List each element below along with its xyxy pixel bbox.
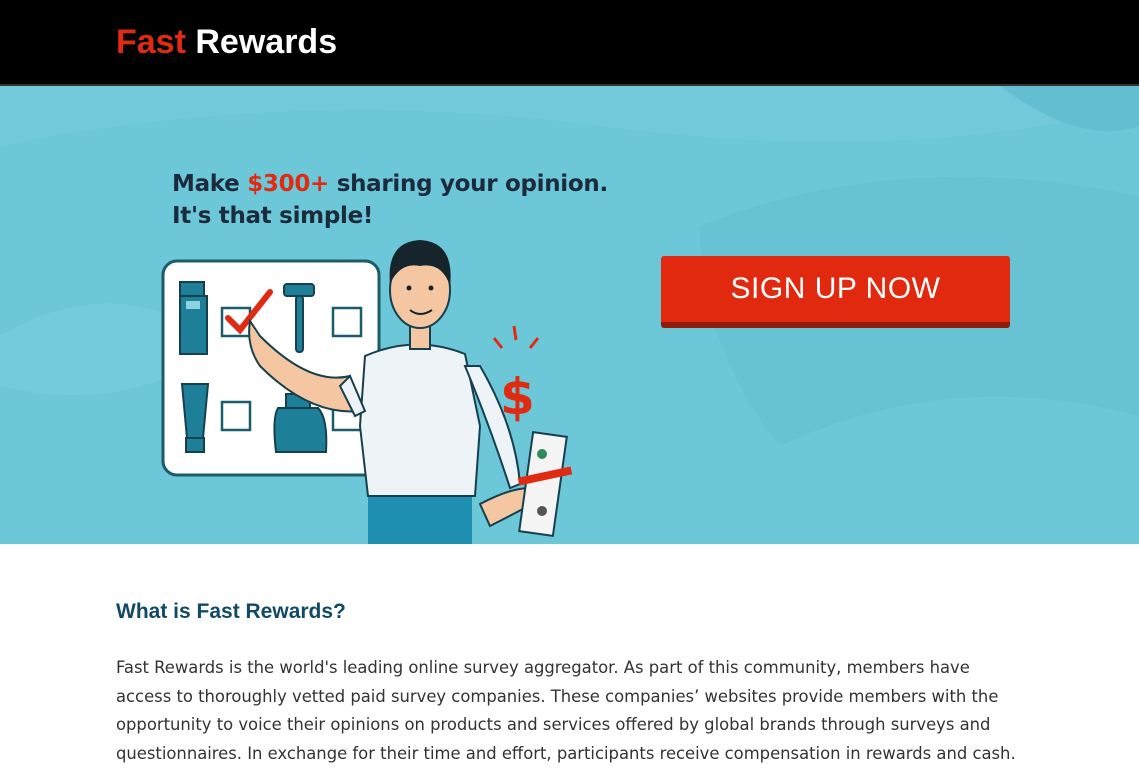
dollar-sign-icon: $ [492,325,540,426]
survey-illustration: $ [161,240,573,544]
about-heading: What is Fast Rewards? [116,600,346,623]
hero-banner: Make $300+ sharing your opinion. It's th… [0,86,1139,544]
top-header: Fast Rewards [0,0,1139,86]
site-logo[interactable]: Fast Rewards [116,22,337,62]
tube-icon [180,383,210,453]
logo-rewards: Rewards [195,23,338,61]
svg-text:$: $ [500,368,535,426]
cash-bill-icon [517,430,573,538]
logo-fast: Fast [116,23,186,61]
headline-amount: $300+ [247,171,329,197]
sign-up-button[interactable]: SIGN UP NOW [661,256,1010,328]
hero-headline: Make $300+ sharing your opinion. It's th… [172,168,608,232]
bottle-icon [179,281,208,355]
about-paragraph: Fast Rewards is the world's leading onli… [116,658,1016,763]
